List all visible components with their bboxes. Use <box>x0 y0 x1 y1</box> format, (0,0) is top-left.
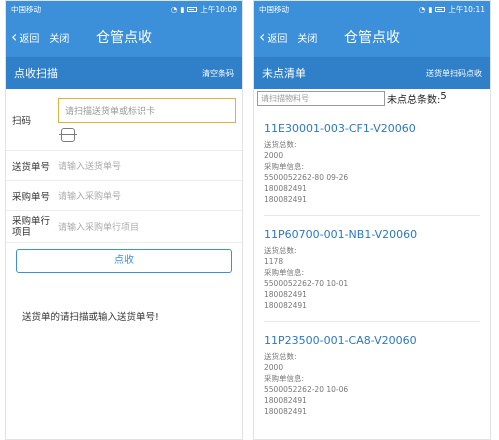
back-label: 返回 <box>19 33 40 45</box>
po-info-label: 采购单信息: <box>264 374 305 383</box>
po-info-value: 5500052262-80 09-26 <box>264 173 349 182</box>
status-icons: ◔ ▮ 上午10:09 <box>171 4 237 15</box>
delivery-total-label: 送货总数: <box>264 352 297 361</box>
pending-count-value: 5 <box>440 91 447 102</box>
page-title: 仓管点收 <box>344 30 400 46</box>
list-item[interactable]: 11E30001-003-CF1-V20060 送货总数: 2000 采购单信息… <box>264 110 480 216</box>
po-line-item-row: 采购单行项目 请输入采购单行项目 <box>6 211 242 243</box>
po-line-item-label: 采购单行项目 <box>12 215 51 238</box>
clock-label: 上午10:09 <box>200 4 237 14</box>
battery-icon <box>187 6 198 12</box>
page-title: 仓管点收 <box>96 30 152 46</box>
status-icons: ◔ ▮ 上午10:11 <box>419 4 485 15</box>
material-code: 11P23500-001-CA8-V20060 <box>264 334 417 347</box>
section-title: 点收扫描 <box>14 67 58 80</box>
nav-bar: ‹ 返回 关闭 仓管点收 <box>6 17 242 57</box>
signal-icon: ▮ <box>428 4 433 14</box>
hint-text: 送货单的请扫描或输入送货单号! <box>22 312 159 323</box>
carrier-label: 中国移动 <box>11 4 41 14</box>
carrier-label: 中国移动 <box>259 4 289 14</box>
search-row: 请扫描物料号 未点总条数: 5 <box>254 89 490 106</box>
delivery-total-value: 1178 <box>264 257 284 266</box>
material-code: 11E30001-003-CF1-V20060 <box>264 122 416 135</box>
section-header: 未点清单 送货单扫码点收 <box>254 57 490 89</box>
purchase-order-row: 采购单号 请输入采购单号 <box>6 181 242 211</box>
close-button[interactable]: 关闭 <box>49 30 69 45</box>
po-info-label: 采购单信息: <box>264 162 305 171</box>
clear-barcode-button[interactable]: 清空条码 <box>202 68 234 79</box>
status-bar: 中国移动 ◔ ▮ 上午10:11 <box>254 1 490 17</box>
pending-list: 11E30001-003-CF1-V20060 送货总数: 2000 采购单信息… <box>254 106 490 431</box>
chevron-left-icon: ‹ <box>259 27 266 46</box>
po-line-2: 180082491 <box>264 407 307 416</box>
delivery-number-label: 送货单号 <box>12 161 51 173</box>
po-info-label: 采购单信息: <box>264 268 305 277</box>
close-button[interactable]: 关闭 <box>297 30 317 45</box>
back-button[interactable]: ‹ 返回 <box>259 29 287 45</box>
po-info-value: 5500052262-70 10-01 <box>264 279 349 288</box>
material-search-input[interactable]: 请扫描物料号 <box>257 91 385 106</box>
po-line-item-input[interactable]: 请输入采购单行项目 <box>58 220 236 233</box>
scan-label: 扫码 <box>12 115 32 127</box>
collect-button[interactable]: 点收 <box>16 249 232 273</box>
back-label: 返回 <box>267 33 288 45</box>
clock-label: 上午10:11 <box>448 4 485 14</box>
back-button[interactable]: ‹ 返回 <box>11 29 39 45</box>
left-phone-screen: 中国移动 ◔ ▮ 上午10:09 ‹ 返回 关闭 仓管点收 点收扫描 清空条码 … <box>5 0 243 440</box>
nav-bar: ‹ 返回 关闭 仓管点收 <box>254 17 490 57</box>
delivery-total-label: 送货总数: <box>264 140 297 149</box>
delivery-number-input[interactable]: 请输入送货单号 <box>58 159 236 172</box>
list-item[interactable]: 11P60700-001-NB1-V20060 送货总数: 1178 采购单信息… <box>264 216 480 322</box>
wifi-icon: ◔ <box>170 4 178 14</box>
po-line-1: 180082491 <box>264 396 307 405</box>
po-line-2: 180082491 <box>264 301 307 310</box>
section-header: 点收扫描 清空条码 <box>6 57 242 89</box>
wifi-icon: ◔ <box>418 4 426 14</box>
pending-count-label: 未点总条数: <box>387 95 441 106</box>
po-line-1: 180082491 <box>264 184 307 193</box>
battery-icon <box>435 6 446 12</box>
po-line-1: 180082491 <box>264 290 307 299</box>
material-code: 11P60700-001-NB1-V20060 <box>264 228 418 241</box>
list-item[interactable]: 11P23500-001-CA8-V20060 送货总数: 2000 采购单信息… <box>264 322 480 427</box>
scan-input[interactable]: 请扫描送货单或标识卡 <box>58 97 236 123</box>
purchase-order-input[interactable]: 请输入采购单号 <box>58 189 236 202</box>
delivery-total-value: 2000 <box>264 151 284 160</box>
pending-count: 未点总条数: 5 <box>387 91 447 106</box>
section-title: 未点清单 <box>262 67 306 80</box>
signal-icon: ▮ <box>180 4 185 14</box>
delivery-number-row: 送货单号 请输入送货单号 <box>6 151 242 181</box>
purchase-order-label: 采购单号 <box>12 191 51 203</box>
delivery-total-label: 送货总数: <box>264 246 297 255</box>
status-bar: 中国移动 ◔ ▮ 上午10:09 <box>6 1 242 17</box>
scan-icon[interactable] <box>59 127 77 142</box>
chevron-left-icon: ‹ <box>11 27 18 46</box>
scan-row: 扫码 请扫描送货单或标识卡 <box>6 89 242 151</box>
delivery-total-value: 2000 <box>264 363 284 372</box>
right-phone-screen: 中国移动 ◔ ▮ 上午10:11 ‹ 返回 关闭 仓管点收 未点清单 送货单扫码… <box>253 0 491 440</box>
delivery-scan-collect-button[interactable]: 送货单扫码点收 <box>426 68 482 79</box>
po-line-2: 180082491 <box>264 195 307 204</box>
po-info-value: 5500052262-20 10-06 <box>264 385 349 394</box>
